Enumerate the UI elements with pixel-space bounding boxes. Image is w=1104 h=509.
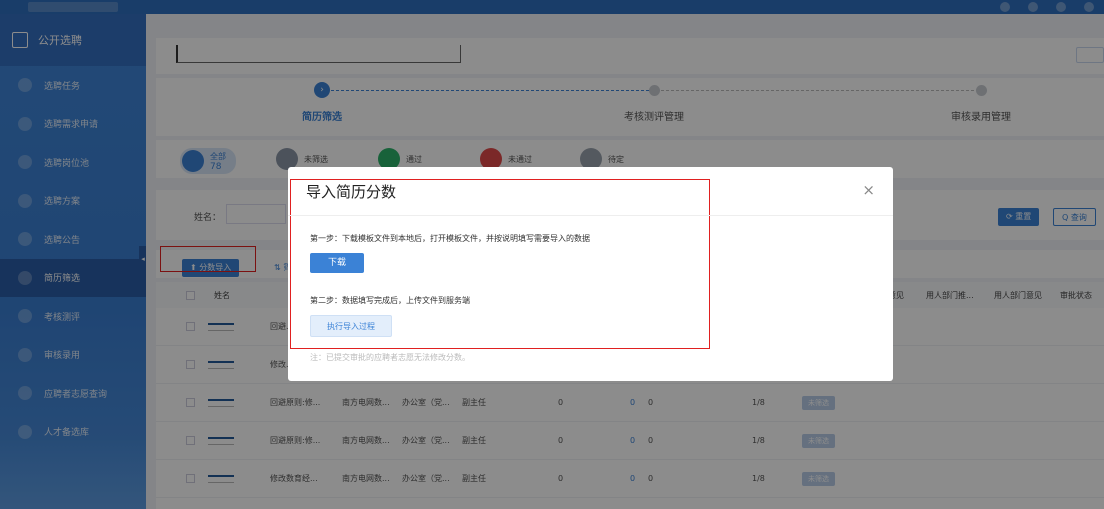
divider xyxy=(288,215,893,216)
step1-instruction: 第一步：下载模板文件到本地后，打开模板文件，并按说明填写需要导入的数据 xyxy=(310,234,590,243)
download-button[interactable]: 下载 xyxy=(310,253,364,273)
run-import-button[interactable]: 执行导入过程 xyxy=(310,315,392,337)
step2-instruction: 第二步：数据填写完成后，上传文件到服务端 xyxy=(310,296,470,305)
dialog-title: 导入简历分数 xyxy=(306,183,397,201)
import-score-dialog: 导入简历分数 × 第一步：下载模板文件到本地后，打开模板文件，并按说明填写需要导… xyxy=(288,167,893,381)
dialog-note: 注：已提交审批的应聘者志愿无法修改分数。 xyxy=(310,353,470,362)
close-icon[interactable]: × xyxy=(862,181,875,199)
